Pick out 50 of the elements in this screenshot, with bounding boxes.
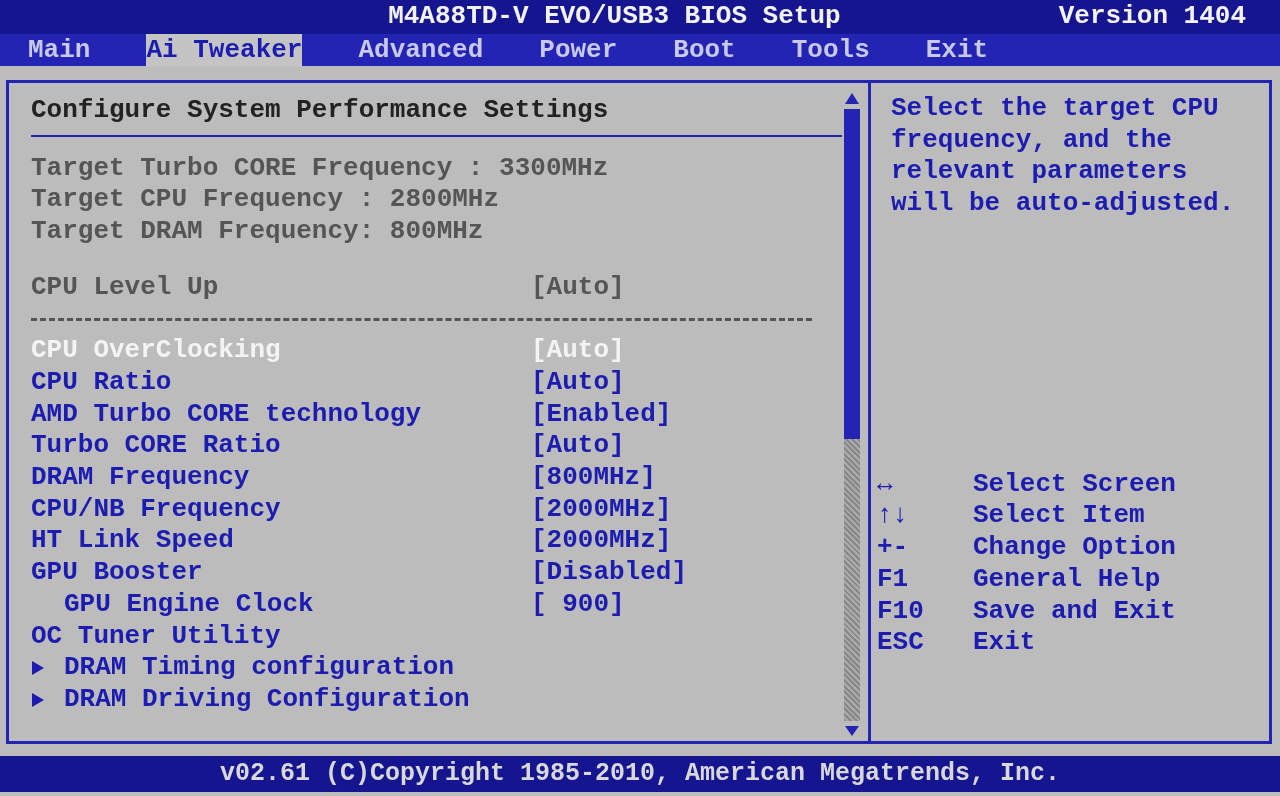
setting-value[interactable]: [Auto] xyxy=(531,430,625,462)
setting-value[interactable]: [2000MHz] xyxy=(531,525,672,558)
setting-label[interactable]: HT Link Speed xyxy=(31,525,531,558)
submenu-arrow-icon xyxy=(31,691,45,708)
scroll-down-icon[interactable] xyxy=(844,725,860,737)
menu-tab[interactable]: Power xyxy=(539,34,618,66)
setting-value[interactable]: [Disabled] xyxy=(531,557,688,589)
setting-label[interactable]: CPU Ratio xyxy=(31,366,531,399)
scroll-up-icon[interactable] xyxy=(844,91,860,105)
key-action: Change Option xyxy=(973,532,1176,564)
menu-tab[interactable]: Tools xyxy=(791,34,870,66)
key-action: Exit xyxy=(973,627,1036,659)
setting-value[interactable]: [ 900] xyxy=(531,588,625,621)
section-title: Configure System Performance Settings xyxy=(31,95,842,137)
copyright-footer: v02.61 (C)Copyright 1985-2010, American Megatrends, Inc. xyxy=(219,759,1061,788)
setting-value[interactable]: [Enabled] xyxy=(531,398,672,431)
submenu-link[interactable]: DRAM Driving Configuration xyxy=(64,683,470,716)
submenu-arrow-icon xyxy=(31,660,45,677)
info-line: Target CPU Frequency : 2800MHz xyxy=(31,184,501,217)
setting-label[interactable]: Turbo CORE Ratio xyxy=(31,430,531,462)
key-label: F1 xyxy=(877,563,910,596)
setting-label[interactable]: CPU/NB Frequency xyxy=(31,493,531,526)
key-action: Save and Exit xyxy=(973,595,1176,628)
key-label: +- xyxy=(877,532,910,564)
info-line: Target Turbo CORE Frequency : 3300MHz xyxy=(31,152,610,185)
menu-tab[interactable]: Advanced xyxy=(358,34,484,66)
setting-label[interactable]: DRAM Frequency xyxy=(31,462,531,494)
info-line: Target DRAM Frequency: 800MHz xyxy=(31,216,485,248)
setting-value[interactable]: [800MHz] xyxy=(531,462,656,494)
setting-value[interactable]: [2000MHz] xyxy=(531,493,672,526)
setting-label[interactable]: OC Tuner Utility xyxy=(31,620,531,653)
setting-label[interactable]: GPU Engine Clock xyxy=(64,588,531,621)
key-label: ESC xyxy=(877,627,925,659)
version-label: Version 1404 xyxy=(1058,1,1246,33)
setting-label[interactable]: GPU Booster xyxy=(31,557,531,589)
key-action: General Help xyxy=(973,563,1161,596)
menu-tab[interactable]: Boot xyxy=(673,34,736,66)
key-action: Select Screen xyxy=(973,468,1176,501)
menu-tab[interactable]: Exit xyxy=(925,34,989,66)
bios-title: M4A88TD-V EVO/USB3 BIOS Setup xyxy=(387,1,841,33)
submenu-link[interactable]: DRAM Timing configuration xyxy=(64,652,455,684)
setting-label[interactable]: AMD Turbo CORE technology xyxy=(31,398,531,431)
help-text: Select the target CPU frequency, and the relevant parameters will be auto-adjusted. xyxy=(891,93,1236,220)
key-action: Select Item xyxy=(973,500,1145,533)
menu-tab[interactable]: Main xyxy=(28,34,91,66)
setting-value[interactable]: [Auto] xyxy=(531,366,625,399)
key-label: F10 xyxy=(877,595,925,628)
key-label: ↔ xyxy=(877,468,894,501)
key-label: ↑↓ xyxy=(877,500,910,533)
menu-tab[interactable]: Ai Tweaker xyxy=(146,34,303,66)
